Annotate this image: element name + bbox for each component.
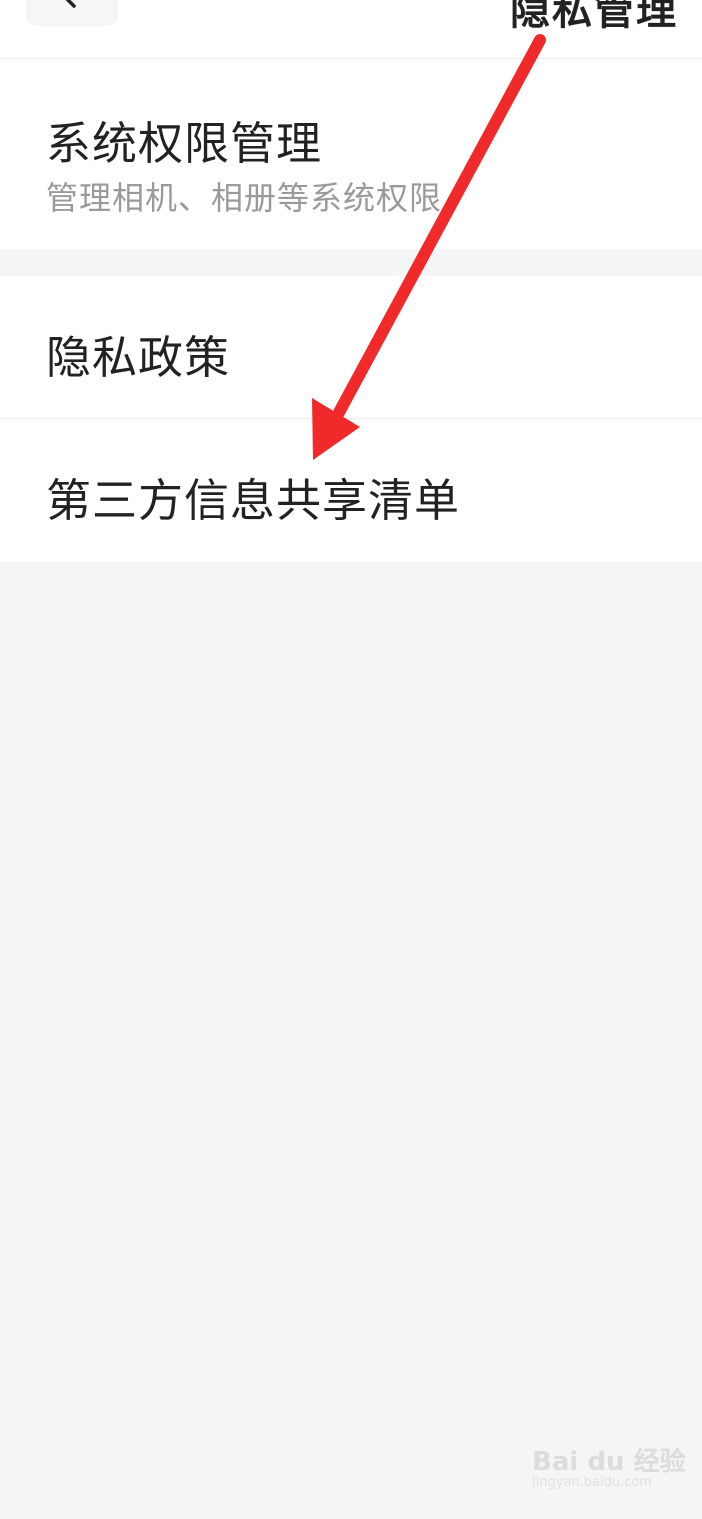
list-item-system-permissions[interactable]: 系统权限管理 管理相机、相册等系统权限 (0, 59, 702, 249)
settings-card-policies: 隐私政策 第三方信息共享清单 (0, 276, 702, 562)
item-subtitle: 管理相机、相册等系统权限 (46, 179, 443, 217)
page-title: 隐私管理 (510, 0, 678, 34)
list-item-privacy-policy[interactable]: 隐私政策 (0, 276, 702, 418)
watermark-logo: Bai du 经验 (532, 1447, 686, 1477)
watermark: Bai du 经验 jingyan.baidu.com (532, 1441, 686, 1501)
item-title: 系统权限管理 (46, 117, 323, 170)
back-button[interactable] (26, 0, 118, 26)
settings-card-permissions: 系统权限管理 管理相机、相册等系统权限 (0, 59, 702, 249)
chevron-left-icon (65, 0, 76, 8)
watermark-url: jingyan.baidu.com (532, 1475, 652, 1490)
item-title: 隐私政策 (46, 331, 231, 384)
item-title: 第三方信息共享清单 (46, 474, 461, 527)
list-item-third-party-sharing[interactable]: 第三方信息共享清单 (0, 419, 702, 562)
top-bar: 隐私管理 (0, 0, 702, 59)
